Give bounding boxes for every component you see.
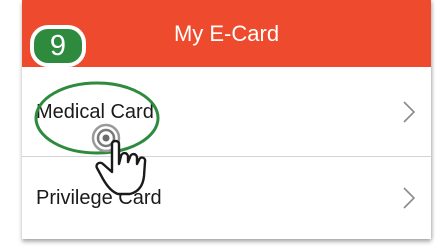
- list-item-privilege-card[interactable]: Privilege Card: [22, 157, 431, 239]
- chevron-right-icon: [403, 101, 415, 123]
- step-number-badge: 9: [30, 25, 86, 67]
- hand-tap-icon: [91, 123, 147, 196]
- chevron-right-icon: [403, 187, 415, 209]
